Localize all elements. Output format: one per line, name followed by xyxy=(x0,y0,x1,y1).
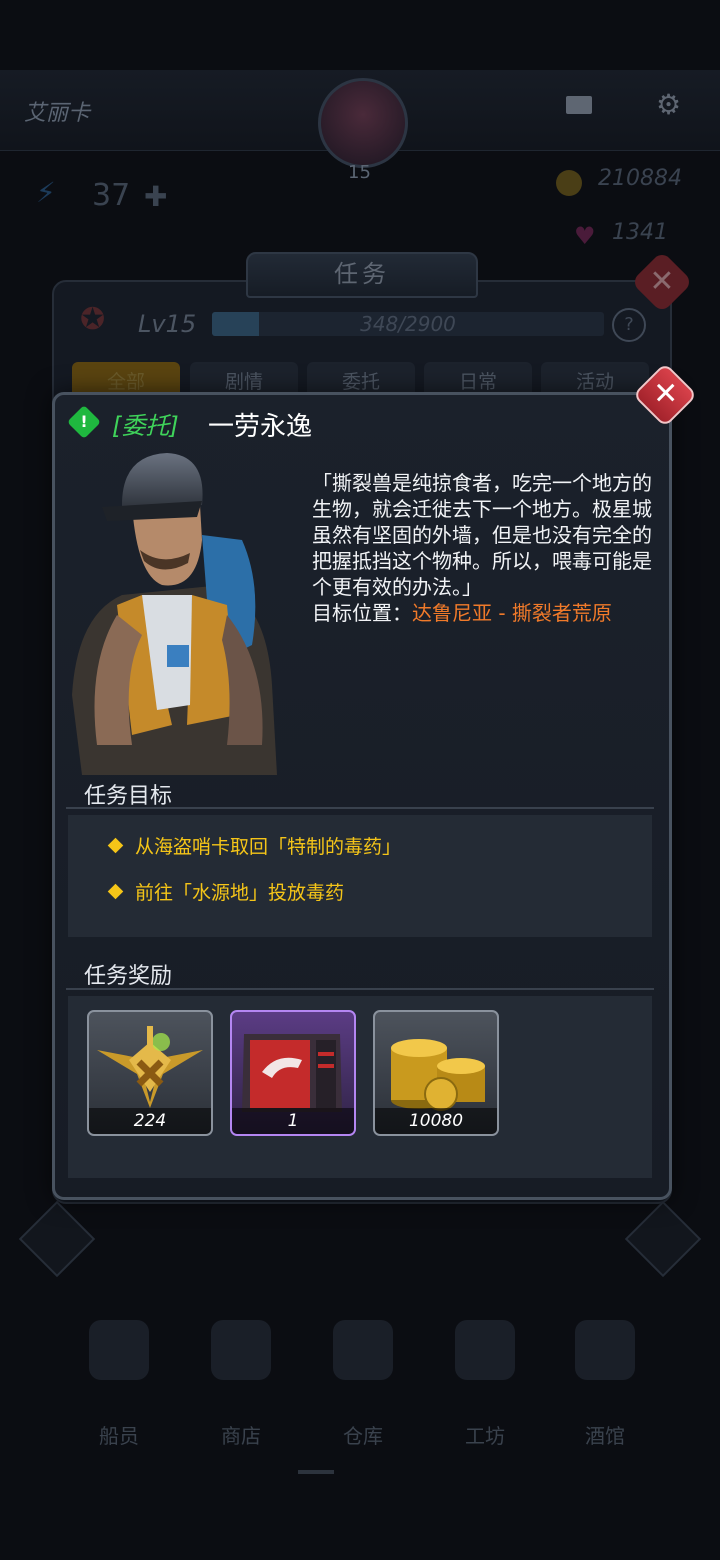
objective-item: 前往「水源地」投放毒药 xyxy=(107,878,344,905)
nav-label: 仓库 xyxy=(343,1424,383,1448)
reward-item[interactable]: 224 xyxy=(87,1010,213,1136)
energy-add-button[interactable]: ✚ xyxy=(144,180,167,213)
xp-progress-text: 348/2900 xyxy=(360,312,456,336)
gem-value: 1341 xyxy=(612,220,668,245)
quest-description-block: 「撕裂兽是纯掠食者，吃完一个地方的生物，就会迁徙去下一个地方。极星城虽然有坚固的… xyxy=(312,470,658,626)
quest-panel-close-button[interactable]: ✕ xyxy=(630,250,694,314)
tab-all[interactable]: 全部 xyxy=(72,362,180,396)
nav-label: 船员 xyxy=(99,1424,139,1448)
nav-label: 酒馆 xyxy=(585,1424,625,1448)
divider xyxy=(66,988,654,990)
warehouse-icon xyxy=(333,1320,393,1380)
rewards-title: 任务奖励 xyxy=(84,964,173,989)
workshop-icon xyxy=(455,1320,515,1380)
bottom-nav: 船员 商店 仓库 工坊 酒馆 xyxy=(0,1320,720,1480)
nav-label: 工坊 xyxy=(465,1424,505,1448)
nav-label: 商店 xyxy=(221,1424,261,1448)
objective-item: 从海盗哨卡取回「特制的毒药」 xyxy=(107,832,401,859)
avatar-level: 15 xyxy=(348,162,371,183)
side-menu-left-button[interactable] xyxy=(18,1200,96,1278)
npc-portrait xyxy=(72,453,277,775)
tavern-icon xyxy=(575,1320,635,1380)
gold-coins-icon xyxy=(391,1039,485,1111)
quest-level: Lv15 xyxy=(138,310,197,338)
help-icon[interactable]: ? xyxy=(612,308,646,342)
coin-icon xyxy=(556,170,582,196)
side-menu-right-button[interactable] xyxy=(624,1200,702,1278)
diamond-bullet-icon xyxy=(107,837,124,854)
reward-count: 1 xyxy=(232,1108,354,1134)
quest-panel-title: 任务 xyxy=(246,252,478,298)
reward-count: 10080 xyxy=(375,1108,497,1134)
gear-icon[interactable]: ⚙ xyxy=(656,88,681,121)
nav-active-indicator xyxy=(298,1470,334,1474)
nav-shop[interactable]: 商店 xyxy=(186,1320,296,1449)
location-label: 目标位置： xyxy=(312,601,412,625)
divider xyxy=(66,807,654,809)
xp-medal-icon xyxy=(97,1026,203,1108)
crew-icon xyxy=(89,1320,149,1380)
tab-commission[interactable]: 委托 xyxy=(307,362,415,396)
player-avatar[interactable] xyxy=(318,78,408,168)
quest-name: 一劳永逸 xyxy=(208,412,313,442)
close-icon: ✕ xyxy=(649,264,675,299)
diamond-bullet-icon xyxy=(107,883,124,900)
supply-crate-icon xyxy=(242,1034,342,1112)
energy-value: 37 xyxy=(92,178,131,213)
nav-crew[interactable]: 船员 xyxy=(64,1320,174,1449)
tab-daily[interactable]: 日常 xyxy=(424,362,532,396)
shop-icon xyxy=(211,1320,271,1380)
rank-badge-icon: ✪ xyxy=(80,302,106,337)
tab-story[interactable]: 剧情 xyxy=(190,362,298,396)
reward-count: 224 xyxy=(89,1108,211,1134)
reward-item[interactable]: 1 xyxy=(230,1010,356,1136)
mail-icon[interactable] xyxy=(566,96,592,114)
player-name: 艾丽卡 xyxy=(24,101,91,126)
tab-event[interactable]: 活动 xyxy=(541,362,649,396)
nav-tavern[interactable]: 酒馆 xyxy=(550,1320,660,1449)
quest-alert-icon: ! xyxy=(67,405,101,439)
gem-icon: ♥ xyxy=(574,222,596,250)
quest-category: [委托] xyxy=(112,412,179,440)
coin-value: 210884 xyxy=(598,166,682,191)
reward-item[interactable]: 10080 xyxy=(373,1010,499,1136)
nav-workshop[interactable]: 工坊 xyxy=(430,1320,540,1449)
nav-warehouse[interactable]: 仓库 xyxy=(308,1320,418,1449)
quest-description: 「撕裂兽是纯掠食者，吃完一个地方的生物，就会迁徙去下一个地方。极星城虽然有坚固的… xyxy=(312,471,652,599)
location-value: 达鲁尼亚 - 撕裂者荒原 xyxy=(412,601,612,625)
objectives-title: 任务目标 xyxy=(84,784,173,809)
close-icon: ✕ xyxy=(653,376,679,412)
energy-icon: ⚡ xyxy=(36,176,56,209)
